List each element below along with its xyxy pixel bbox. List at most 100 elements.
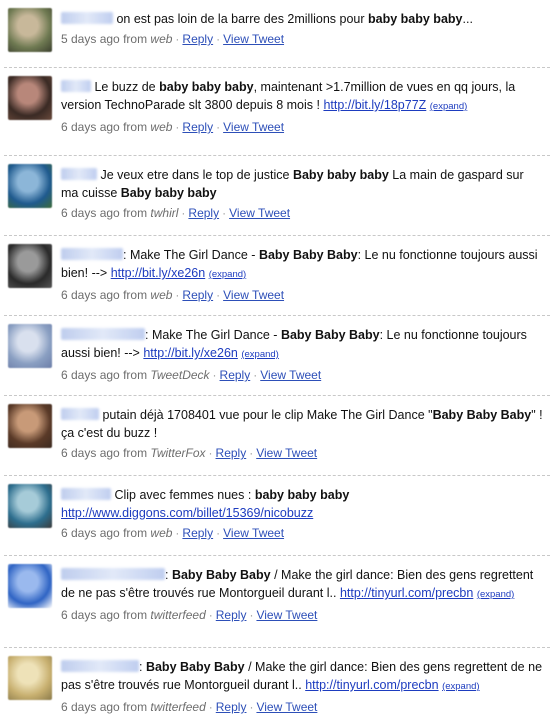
tweet-item: Le buzz de baby baby baby, maintenant >1…: [0, 68, 550, 156]
tweet-text-segment: :: [165, 568, 172, 582]
tweet-text-segment: : Make The Girl Dance -: [123, 248, 259, 262]
separator-dot: ·: [249, 700, 254, 714]
avatar[interactable]: [8, 484, 52, 528]
username-link[interactable]: [61, 328, 145, 340]
reply-link[interactable]: Reply: [188, 206, 219, 220]
tweet-text-segment: : Make The Girl Dance -: [145, 328, 281, 342]
tweet-text-segment: Le buzz de: [91, 80, 160, 94]
highlighted-term: Baby Baby Baby: [432, 408, 532, 422]
separator-dot: ·: [253, 368, 258, 382]
separator-dot: ·: [208, 700, 213, 714]
reply-link[interactable]: Reply: [182, 288, 213, 302]
tweet-body: : Make The Girl Dance - Baby Baby Baby: …: [61, 326, 544, 383]
from-label: from: [123, 608, 148, 622]
username-link[interactable]: [61, 80, 91, 92]
username-link[interactable]: [61, 408, 99, 420]
separator-dot: ·: [175, 32, 180, 46]
tweet-meta: 6 days ago from TwitterFox · Reply · View Tw…: [61, 445, 544, 461]
tweet-link[interactable]: http://bit.ly/xe26n: [143, 346, 238, 360]
username-link[interactable]: [61, 248, 123, 260]
tweet-body: Le buzz de baby baby baby, maintenant >1…: [61, 78, 544, 135]
tweet-item: Je veux etre dans le top de justice Baby…: [0, 156, 550, 236]
username-link[interactable]: [61, 660, 139, 672]
view-tweet-link[interactable]: View Tweet: [256, 608, 317, 622]
timestamp[interactable]: 6 days ago: [61, 368, 120, 382]
source-client: web: [150, 32, 173, 46]
tweet-item: : Baby Baby Baby / Make the girl dance: …: [0, 648, 550, 715]
reply-link[interactable]: Reply: [216, 446, 247, 460]
avatar[interactable]: [8, 656, 52, 700]
highlighted-term: baby baby baby: [159, 80, 254, 94]
tweet-meta: 6 days ago from web · Reply · View Tweet: [61, 525, 544, 541]
avatar[interactable]: [8, 244, 52, 288]
view-tweet-link[interactable]: View Tweet: [256, 446, 317, 460]
view-tweet-link[interactable]: View Tweet: [260, 368, 321, 382]
timestamp[interactable]: 6 days ago: [61, 446, 120, 460]
username-link[interactable]: [61, 568, 165, 580]
timestamp[interactable]: 6 days ago: [61, 206, 120, 220]
avatar[interactable]: [8, 564, 52, 608]
timestamp[interactable]: 6 days ago: [61, 608, 120, 622]
view-tweet-link[interactable]: View Tweet: [223, 526, 284, 540]
tweet-link[interactable]: http://tinyurl.com/precbn: [340, 586, 473, 600]
source-client: web: [150, 526, 173, 540]
avatar[interactable]: [8, 164, 52, 208]
tweet-link[interactable]: http://bit.ly/18p77Z: [323, 98, 426, 112]
separator-dot: ·: [181, 206, 186, 220]
username-link[interactable]: [61, 168, 97, 180]
avatar[interactable]: [8, 324, 52, 368]
separator-dot: ·: [212, 368, 217, 382]
tweet-meta: 6 days ago from web · Reply · View Tweet: [61, 287, 544, 303]
username-link[interactable]: [61, 12, 113, 24]
timestamp[interactable]: 6 days ago: [61, 700, 120, 714]
tweet-meta: 6 days ago from twitterfeed · Reply · View T…: [61, 699, 544, 715]
highlighted-term: Baby Baby Baby: [171, 568, 271, 582]
reply-link[interactable]: Reply: [216, 608, 247, 622]
timestamp[interactable]: 5 days ago: [61, 32, 120, 46]
timestamp[interactable]: 6 days ago: [61, 288, 120, 302]
expand-link[interactable]: (expand): [477, 589, 515, 600]
reply-link[interactable]: Reply: [182, 32, 213, 46]
reply-link[interactable]: Reply: [220, 368, 251, 382]
separator-dot: ·: [222, 206, 227, 220]
source-client: twitterfeed: [150, 608, 206, 622]
expand-link[interactable]: (expand): [241, 349, 279, 360]
tweet-text: : Baby Baby Baby / Make the girl dance: …: [61, 658, 544, 696]
expand-link[interactable]: (expand): [209, 269, 247, 280]
timestamp[interactable]: 6 days ago: [61, 120, 120, 134]
reply-link[interactable]: Reply: [216, 700, 247, 714]
source-client: web: [150, 288, 173, 302]
view-tweet-link[interactable]: View Tweet: [229, 206, 290, 220]
separator-dot: ·: [249, 446, 254, 460]
highlighted-term: baby baby baby: [254, 488, 350, 502]
avatar[interactable]: [8, 8, 52, 52]
view-tweet-link[interactable]: View Tweet: [256, 700, 317, 714]
expand-link[interactable]: (expand): [430, 101, 468, 112]
tweet-text: on est pas loin de la barre des 2million…: [61, 10, 544, 28]
tweet-link[interactable]: http://tinyurl.com/precbn: [305, 678, 438, 692]
avatar[interactable]: [8, 76, 52, 120]
separator-dot: ·: [208, 446, 213, 460]
tweet-link[interactable]: http://www.diggons.com/billet/15369/nico…: [61, 506, 313, 520]
username-link[interactable]: [61, 488, 111, 500]
tweet-link[interactable]: http://bit.ly/xe26n: [111, 266, 206, 280]
tweet-meta: 5 days ago from web · Reply · View Tweet: [61, 31, 544, 47]
tweet-text: Je veux etre dans le top de justice Baby…: [61, 166, 544, 202]
tweet-text-segment: ...: [462, 12, 473, 26]
source-client: web: [150, 120, 173, 134]
tweet-item: : Baby Baby Baby / Make the girl dance: …: [0, 556, 550, 648]
tweet-meta: 6 days ago from web · Reply · View Tweet: [61, 119, 544, 135]
reply-link[interactable]: Reply: [182, 120, 213, 134]
view-tweet-link[interactable]: View Tweet: [223, 288, 284, 302]
avatar[interactable]: [8, 404, 52, 448]
tweet-item: putain déjà 1708401 vue pour le clip Mak…: [0, 396, 550, 476]
view-tweet-link[interactable]: View Tweet: [223, 32, 284, 46]
from-label: from: [123, 120, 148, 134]
reply-link[interactable]: Reply: [182, 526, 213, 540]
timestamp[interactable]: 6 days ago: [61, 526, 120, 540]
view-tweet-link[interactable]: View Tweet: [223, 120, 284, 134]
separator-dot: ·: [175, 288, 180, 302]
source-client: TwitterFox: [150, 446, 206, 460]
expand-link[interactable]: (expand): [442, 681, 480, 692]
tweet-body: Clip avec femmes nues : baby baby baby h…: [61, 486, 544, 541]
